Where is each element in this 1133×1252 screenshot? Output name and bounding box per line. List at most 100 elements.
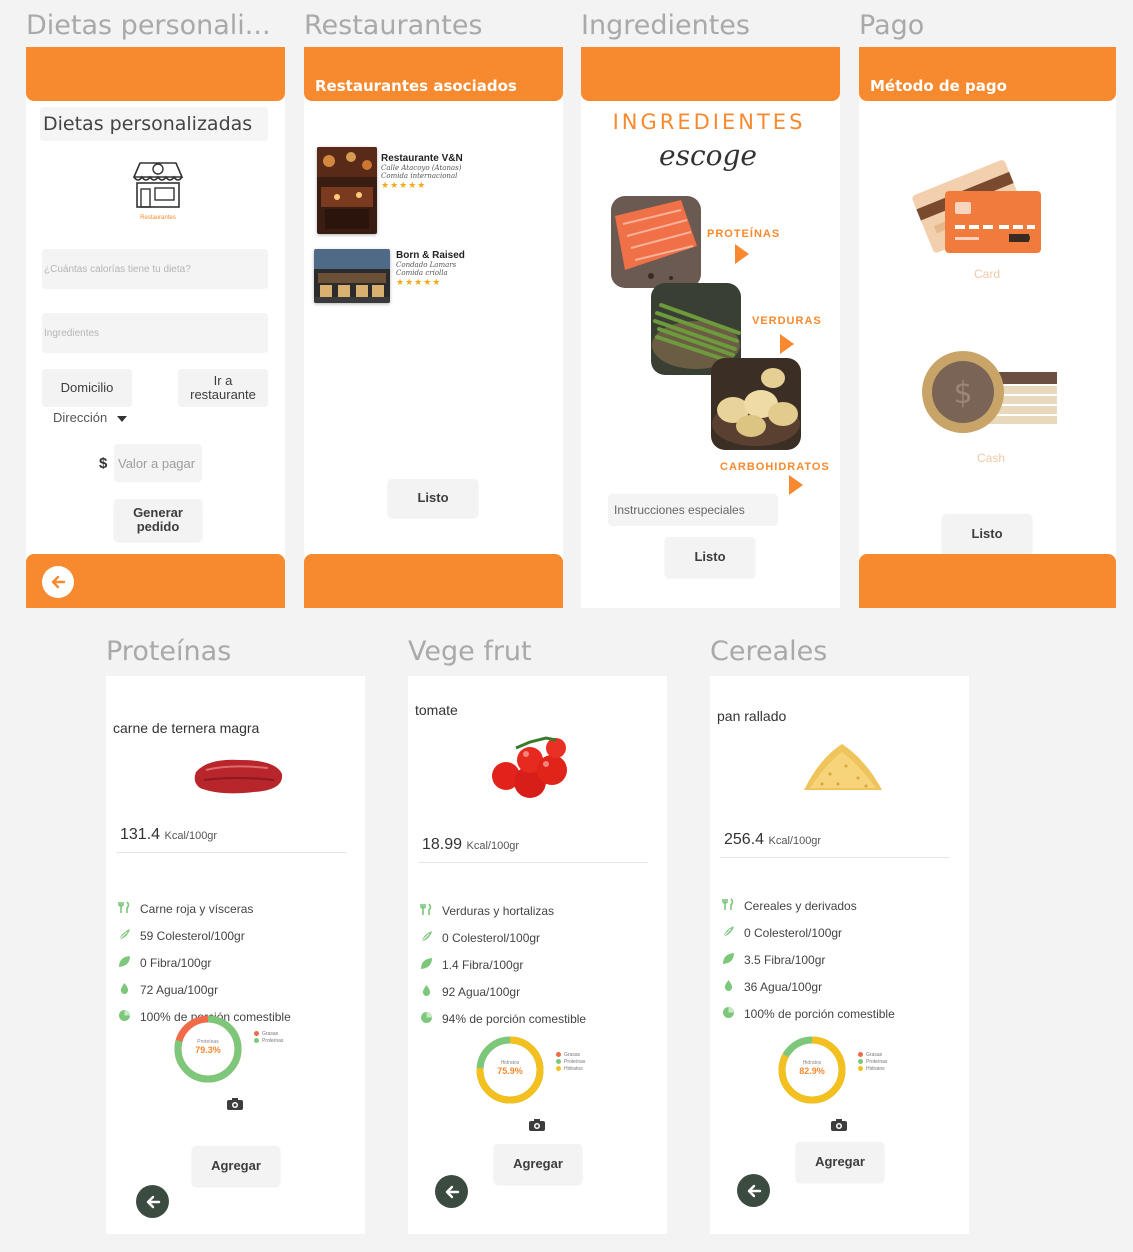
screen-pago: Método de pago Card $ Cash Listo	[859, 47, 1116, 608]
legend-label: Proteínas	[262, 1038, 284, 1044]
back-button[interactable]	[42, 566, 74, 598]
potatoes-photo[interactable]	[711, 358, 801, 450]
nutrient-group: Cereales y derivados	[744, 899, 857, 913]
nutrient-porcion: 94% de porción comestible	[442, 1012, 587, 1026]
nutrient-colesterol: 0 Colesterol/100gr	[744, 926, 843, 940]
restaurant-photo-1[interactable]	[317, 147, 377, 234]
ingredients-input[interactable]: Ingredientes	[42, 313, 268, 353]
water-drop-icon	[420, 984, 433, 997]
back-button[interactable]	[136, 1185, 169, 1218]
rating-stars: ★★★★★	[381, 180, 427, 190]
restaurant-item-1[interactable]: Restaurante V&N Calle Atacoyo (Atanas) C…	[381, 153, 551, 191]
direccion-label: Dirección	[53, 410, 108, 425]
legend-item: Grasas	[254, 1031, 283, 1038]
food-image	[800, 738, 884, 799]
salmon-photo[interactable]	[611, 196, 701, 288]
legend-dot	[858, 1066, 863, 1072]
restaurant-item-2[interactable]: Born & Raised Condado Lamars Comida crio…	[396, 250, 556, 288]
pie-portion-icon	[722, 1006, 735, 1019]
direccion-dropdown[interactable]: Dirección	[53, 410, 127, 425]
camera-icon[interactable]	[528, 1118, 546, 1137]
footer-bar	[859, 554, 1116, 608]
listo-button[interactable]: Listo	[942, 514, 1032, 554]
kcal-value: 18.99 Kcal/100gr	[422, 836, 519, 854]
frame-title-restaurantes: Restaurantes	[304, 10, 483, 41]
valor-input[interactable]: Valor a pagar	[114, 444, 202, 482]
camera-icon[interactable]	[226, 1097, 244, 1116]
ir-restaurante-button[interactable]: Ir a restaurante	[178, 369, 268, 407]
header-title: Método de pago	[870, 77, 1007, 95]
legend-item: Proteínas	[556, 1059, 585, 1066]
food-name: carne de ternera magra	[113, 720, 260, 736]
cash-icon[interactable]: $	[917, 350, 1059, 439]
divider	[418, 862, 648, 863]
carbohidratos-label: CARBOHIDRATOS	[720, 461, 830, 473]
camera-icon[interactable]	[830, 1118, 848, 1137]
nutrient-agua: 36 Agua/100gr	[744, 980, 823, 994]
donut-value: 75.9%	[497, 1066, 523, 1076]
header-title: Restaurantes asociados	[315, 77, 517, 95]
footer-bar	[26, 554, 285, 608]
card-label[interactable]: Card	[959, 267, 1015, 281]
currency-symbol: $	[99, 455, 108, 472]
chart-legend: Grasas Proteínas	[254, 1031, 283, 1045]
listo-button[interactable]: Listo	[388, 479, 478, 517]
legend-label: Hidratos	[564, 1066, 583, 1072]
instrucciones-input[interactable]: Instrucciones especiales	[608, 494, 778, 526]
kcal-number: 256.4	[724, 831, 765, 848]
legend-dot	[858, 1059, 863, 1065]
cash-label[interactable]: Cash	[963, 451, 1019, 465]
restaurant-address: Calle Atacoyo (Atanas)	[381, 164, 462, 172]
legend-item: Hidratos	[556, 1066, 585, 1073]
arrow-left-icon	[747, 1184, 761, 1197]
carbohidratos-arrow-icon[interactable]	[789, 475, 803, 495]
chart-legend: Grasas Proteínas Hidratos	[858, 1052, 887, 1073]
restaurant-photo-2[interactable]	[314, 249, 390, 303]
nutrient-group: Carne roja y vísceras	[140, 902, 254, 916]
escoge-script: escoge	[659, 139, 757, 172]
listo-button[interactable]: Listo	[665, 537, 755, 577]
agregar-button[interactable]: Agregar	[192, 1146, 280, 1186]
legend-item: Proteínas	[858, 1059, 887, 1066]
chevron-down-icon	[116, 415, 127, 422]
card-icon[interactable]	[911, 151, 1045, 266]
kcal-unit: Kcal/100gr	[164, 830, 218, 842]
header-bar	[26, 47, 285, 101]
generar-pedido-button[interactable]: Generar pedido	[114, 499, 202, 541]
domicilio-button[interactable]: Domicilio	[42, 369, 132, 407]
legend-dot	[556, 1059, 561, 1065]
donut-label: Hidratos 75.9%	[486, 1060, 534, 1077]
nutrient-group: Verduras y hortalizas	[442, 904, 555, 918]
calories-input[interactable]: ¿Cuántas calorías tiene tu dieta?	[42, 249, 268, 289]
proteinas-arrow-icon[interactable]	[735, 244, 749, 264]
back-button[interactable]	[737, 1174, 770, 1207]
legend-label: Grasas	[262, 1031, 279, 1037]
verduras-arrow-icon[interactable]	[780, 334, 794, 354]
nutrient-colesterol: 0 Colesterol/100gr	[442, 931, 541, 945]
legend-dot	[858, 1052, 863, 1058]
frame-title-proteinas: Proteínas	[106, 636, 232, 667]
legend-dot	[254, 1031, 259, 1037]
verduras-label: VERDURAS	[752, 315, 822, 327]
screen-ingredientes: INGREDIENTES escoge PROTEÍNAS VERDURAS C…	[581, 47, 840, 608]
back-button[interactable]	[435, 1175, 468, 1208]
legend-item: Hidratos	[858, 1066, 887, 1073]
nutrient-agua: 92 Agua/100gr	[442, 985, 521, 999]
agregar-button[interactable]: Agregar	[796, 1142, 884, 1182]
kcal-number: 131.4	[120, 826, 161, 843]
pie-portion-icon	[420, 1011, 433, 1024]
water-drop-icon	[722, 979, 735, 992]
kcal-number: 18.99	[422, 836, 463, 853]
donut-value: 82.9%	[799, 1066, 825, 1076]
rating-stars: ★★★★★	[396, 277, 442, 287]
screen-food-cereales: pan rallado 256.4 Kcal/100gr Cereales y de…	[710, 676, 969, 1234]
screen-restaurantes: Restaurantes asociados Restaurante V&N C…	[304, 47, 563, 608]
kcal-unit: Kcal/100gr	[768, 835, 822, 847]
nutrient-fibra: 0 Fibra/100gr	[140, 956, 212, 970]
kcal-value: 131.4 Kcal/100gr	[120, 826, 217, 844]
donut-value: 79.3%	[195, 1045, 221, 1055]
chart-legend: Grasas Proteínas Hidratos	[556, 1052, 585, 1073]
restaurant-name: Born & Raised	[396, 250, 465, 261]
pie-portion-icon	[118, 1009, 131, 1022]
agregar-button[interactable]: Agregar	[494, 1144, 582, 1184]
